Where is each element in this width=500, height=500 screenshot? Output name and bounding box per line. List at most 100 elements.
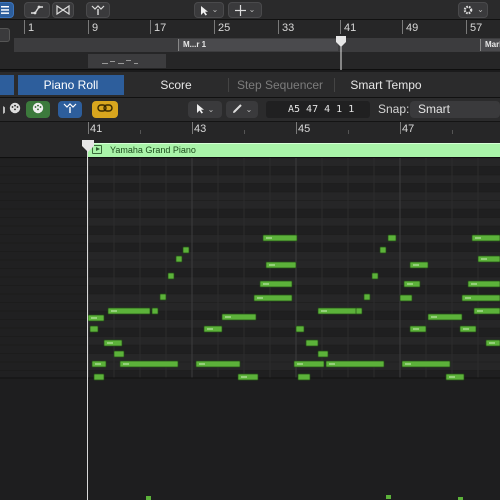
collapse-button[interactable] [0,101,8,118]
bar-tick [278,20,279,34]
region-inspector-toggle[interactable] [0,28,10,42]
midi-note[interactable] [355,307,363,315]
midi-note[interactable] [293,360,325,368]
midi-note[interactable] [485,339,500,347]
tab-smart-tempo[interactable]: Smart Tempo [338,75,434,95]
midi-note[interactable] [387,234,397,242]
midi-note[interactable] [445,373,465,381]
midi-note[interactable] [371,272,379,280]
region-lane[interactable] [14,54,500,68]
marker-lane[interactable]: M...r 1 Marl [14,38,500,52]
piano-roll-ruler[interactable]: 41 43 45 47 Yamaha Grand Piano [0,122,500,158]
list-icon [0,5,10,15]
bar-number: 45 [298,123,311,135]
midi-note[interactable] [91,360,107,368]
catch-playhead-button[interactable] [58,101,82,118]
midi-note[interactable] [409,325,427,333]
right-tool-menu[interactable]: ⌄ [228,2,262,18]
main-ruler[interactable]: 1 9 17 25 33 41 49 57 M...r 1 Marl [0,20,500,70]
midi-note[interactable] [305,339,319,347]
crosshair-tool-icon [234,4,246,16]
midi-note[interactable] [146,496,151,500]
tab-separator [228,78,229,92]
playhead-marker[interactable] [336,36,346,73]
note-position-field[interactable]: A5 47 4 1 1 [266,101,370,118]
link-button[interactable] [92,101,118,118]
midi-note[interactable] [467,280,500,288]
note-dash [102,63,108,64]
midi-note[interactable] [253,294,293,302]
midi-note[interactable] [107,307,151,315]
tab-score[interactable]: Score [128,75,224,95]
midi-note[interactable] [167,272,175,280]
midi-note[interactable] [119,360,179,368]
midi-out-button[interactable] [26,101,50,118]
midi-note[interactable] [221,313,257,321]
midi-note[interactable] [477,255,500,263]
tab-step-sequencer[interactable]: Step Sequencer [232,75,328,95]
list-view-button[interactable] [0,2,14,18]
midi-note[interactable] [401,360,451,368]
midi-note[interactable] [182,246,190,254]
bar-tick [24,20,25,34]
midi-note[interactable] [262,234,298,242]
catch-button[interactable] [86,2,110,18]
bar-tick [88,20,89,34]
right-tool-menu[interactable]: ⌄ [226,101,258,118]
settings-menu[interactable]: ⌄ [458,2,488,18]
pencil-tool-icon [232,103,243,117]
pitch-value: A5 [288,104,301,115]
beat-tick [140,130,141,134]
midi-note[interactable] [237,373,259,381]
beat-tick [348,130,349,134]
midi-note[interactable] [386,495,391,499]
midi-note[interactable] [317,307,361,315]
region-overview[interactable] [88,54,166,68]
piano-roll-grid[interactable] [0,158,500,500]
midi-note[interactable] [379,246,387,254]
midi-note[interactable] [113,350,125,358]
midi-note[interactable] [403,280,421,288]
midi-note[interactable] [175,255,183,263]
playhead-line[interactable] [87,140,88,500]
marker[interactable]: M...r 1 [178,39,338,51]
midi-note[interactable] [259,280,293,288]
left-tool-menu[interactable]: ⌄ [188,101,222,118]
region-header[interactable]: Yamaha Grand Piano [88,143,500,157]
midi-note[interactable] [89,325,99,333]
midi-note[interactable] [363,293,371,301]
left-tool-menu[interactable]: ⌄ [194,2,224,18]
midi-note[interactable] [203,325,223,333]
midi-note[interactable] [87,314,105,322]
midi-note[interactable] [317,350,329,358]
midi-note[interactable] [473,307,500,315]
midi-note[interactable] [459,325,477,333]
bar-number: 41 [90,123,103,135]
chevron-down-icon: ⌄ [245,104,253,114]
flex-button[interactable] [52,2,74,18]
midi-note[interactable] [159,293,167,301]
gear-icon [462,4,474,16]
tab-piano-roll[interactable]: Piano Roll [18,75,124,95]
midi-note[interactable] [195,360,241,368]
midi-note[interactable] [151,307,159,315]
midi-note[interactable] [471,234,500,242]
bowtie-icon [56,5,70,15]
midi-note[interactable] [325,360,385,368]
midi-note[interactable] [297,373,311,381]
playhead-marker[interactable] [82,140,94,157]
midi-note[interactable] [103,339,123,347]
midi-note[interactable] [427,313,463,321]
midi-note[interactable] [295,325,305,333]
marker[interactable]: Marl [480,39,500,51]
note-canvas[interactable] [0,158,500,500]
automation-button[interactable] [24,2,50,18]
midi-in-button[interactable] [8,101,22,118]
bar-tick [402,20,403,34]
midi-note[interactable] [399,294,413,302]
midi-note[interactable] [93,373,105,381]
midi-note[interactable] [461,294,500,302]
snap-select[interactable]: Smart [410,101,500,118]
midi-note[interactable] [265,261,297,269]
midi-note[interactable] [409,261,429,269]
